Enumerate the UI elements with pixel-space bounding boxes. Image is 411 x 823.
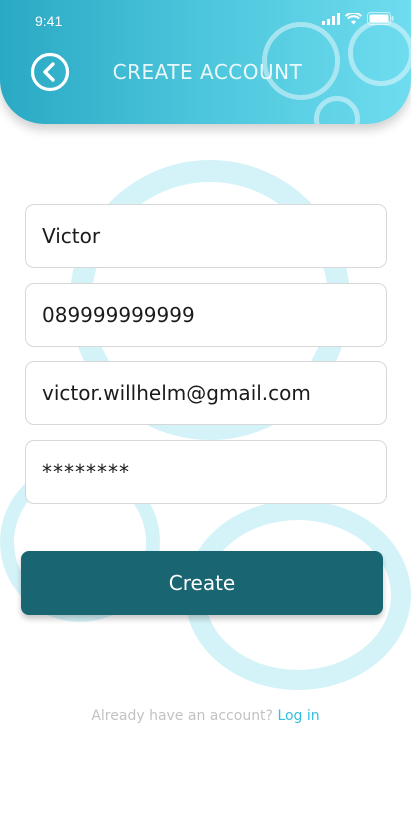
create-button[interactable]: Create xyxy=(21,551,383,615)
status-icons xyxy=(322,12,394,25)
login-prompt-text: Already have an account? xyxy=(91,708,273,724)
status-time: 9:41 xyxy=(35,13,63,29)
login-link[interactable]: Log in xyxy=(277,708,319,724)
phone-field[interactable]: 089999999999 xyxy=(25,283,387,347)
page-title: CREATE ACCOUNT xyxy=(112,60,303,84)
signal-icon xyxy=(322,12,340,25)
name-field[interactable]: Victor xyxy=(25,204,387,268)
email-field[interactable]: victor.willhelm@gmail.com xyxy=(25,361,387,425)
create-account-screen: 9:41 CREATE ACCOUNT Victor 089999999999 … xyxy=(0,0,411,823)
password-field[interactable]: ******** xyxy=(25,440,387,504)
battery-icon xyxy=(367,12,394,25)
header-bubble xyxy=(314,96,360,124)
login-prompt: Already have an account? Log in xyxy=(0,708,411,724)
header-bar: 9:41 CREATE ACCOUNT xyxy=(0,0,411,124)
wifi-icon xyxy=(345,12,362,24)
